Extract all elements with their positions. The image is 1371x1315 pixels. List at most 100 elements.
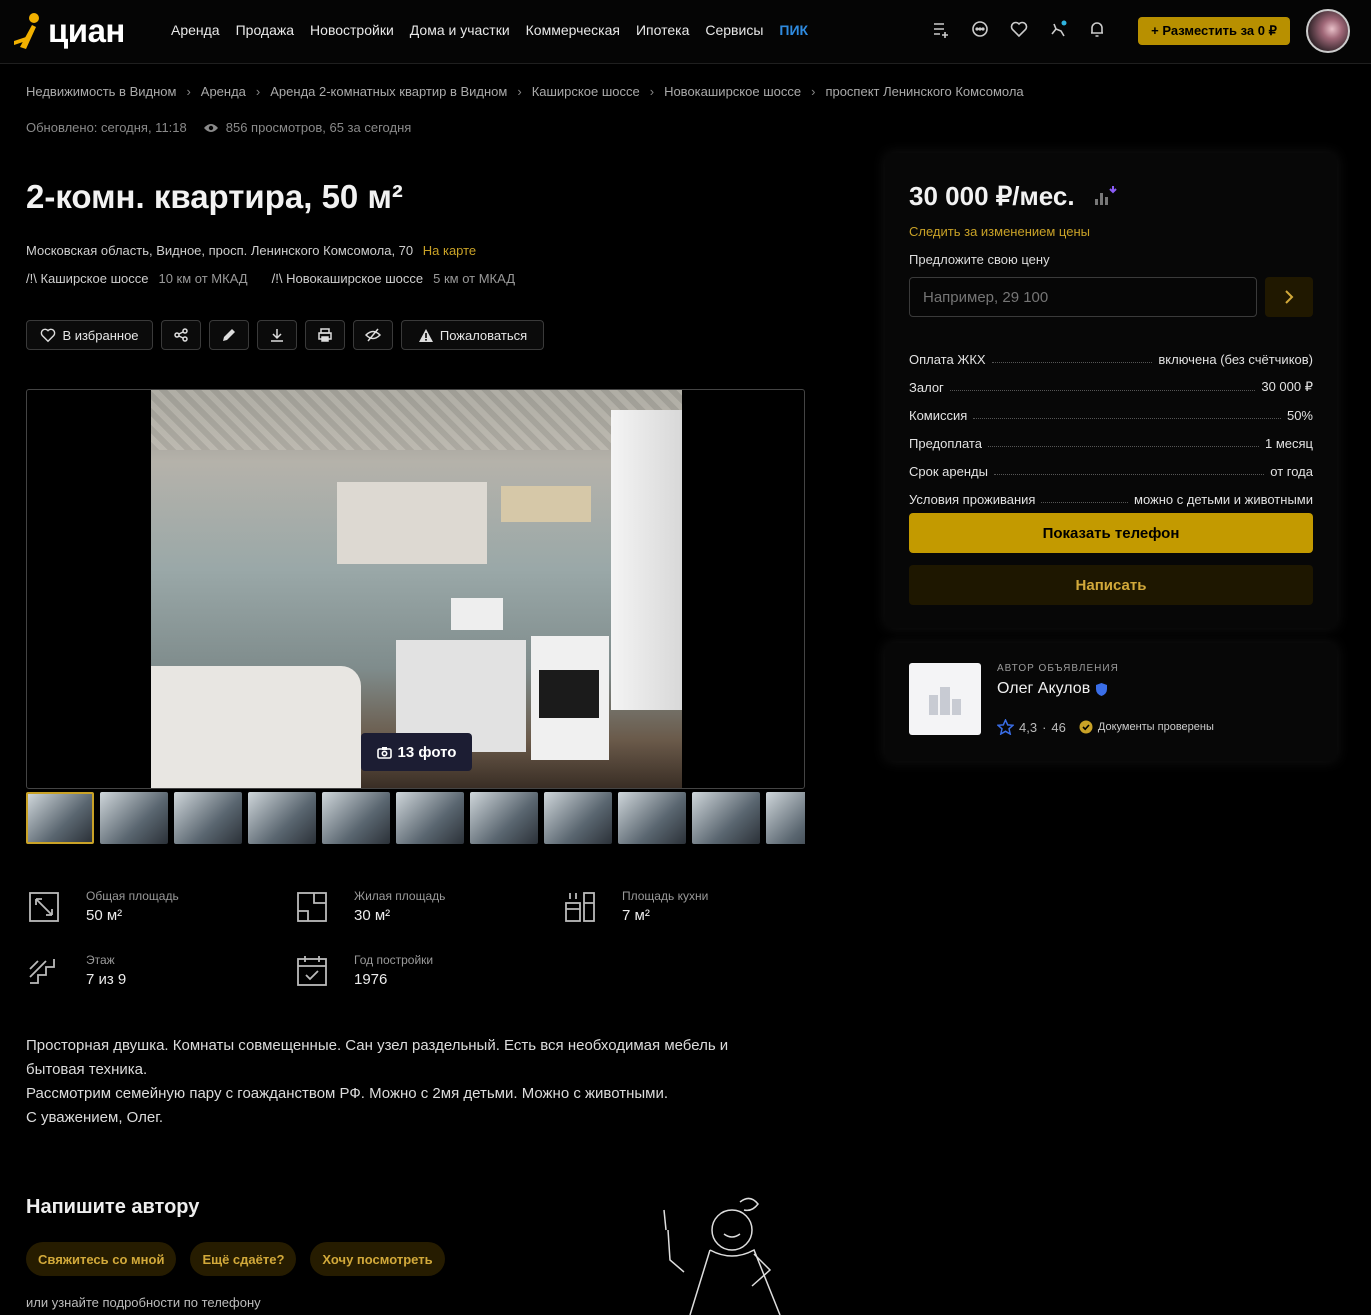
term-row: Срок аренды от года xyxy=(909,451,1313,479)
term-value: 50% xyxy=(1286,408,1313,423)
term-label: Залог xyxy=(909,380,944,395)
highway-name[interactable]: Новокаширское шоссе xyxy=(286,271,423,286)
breadcrumb-item[interactable]: Недвижимость в Видном xyxy=(26,84,176,99)
term-value: включена (без счётчиков) xyxy=(1158,352,1313,367)
heart-icon[interactable] xyxy=(1010,20,1028,38)
gallery-thumbnail[interactable] xyxy=(26,792,94,844)
author-name[interactable]: Олег Акулов xyxy=(997,680,1108,698)
reviews-count[interactable]: 46 xyxy=(1051,720,1065,735)
gallery-thumbnail[interactable] xyxy=(396,792,464,844)
chevron-right-icon: › xyxy=(255,84,261,99)
breadcrumb-item[interactable]: Новокаширское шоссе xyxy=(664,84,801,99)
feature-label: Жилая площадь xyxy=(354,889,446,903)
highway-name[interactable]: Каширское шоссе xyxy=(40,271,148,286)
breadcrumb-item[interactable]: Каширское шоссе xyxy=(532,84,640,99)
chat-icon[interactable] xyxy=(971,20,989,38)
chevron-right-icon xyxy=(1285,290,1294,304)
offer-price-input[interactable] xyxy=(909,277,1257,317)
breadcrumb-item[interactable]: проспект Ленинского Комсомола xyxy=(825,84,1023,99)
write-author-title: Напишите автору xyxy=(26,1196,200,1218)
warning-icon xyxy=(418,328,433,342)
report-button[interactable]: Пожаловаться xyxy=(401,320,544,350)
price-history-icon[interactable] xyxy=(1093,185,1121,207)
nav-item-commercial[interactable]: Коммерческая xyxy=(526,22,620,38)
eye-icon xyxy=(203,123,218,132)
living-area-icon xyxy=(297,892,327,922)
gallery-thumbnail[interactable] xyxy=(100,792,168,844)
feature-kitchen-area: Площадь кухни 7 м² xyxy=(562,889,708,925)
term-label: Комиссия xyxy=(909,408,968,423)
logo-pin-icon xyxy=(14,13,39,49)
verified-badge-icon xyxy=(1079,720,1093,734)
gallery-thumbnail[interactable] xyxy=(248,792,316,844)
dotted-leader xyxy=(1041,502,1128,503)
highways: /!\ Каширское шоссе 10 км от МКАД /!\ Нов… xyxy=(26,271,515,286)
map-link[interactable]: На карте xyxy=(423,243,476,258)
author-logo[interactable] xyxy=(909,663,981,735)
favorite-button[interactable]: В избранное xyxy=(26,320,153,350)
write-message-button[interactable]: Написать xyxy=(909,565,1313,605)
logo-text: циан xyxy=(48,12,125,49)
term-row: Залог 30 000 ₽ xyxy=(909,367,1313,395)
photo-count-badge[interactable]: 13 фото xyxy=(361,733,472,771)
highway-item: /!\ Каширское шоссе 10 км от МКАД xyxy=(26,271,248,286)
saved-search-icon[interactable] xyxy=(1049,20,1067,38)
nav-item-new-buildings[interactable]: Новостройки xyxy=(310,22,394,38)
gallery-thumbnail[interactable] xyxy=(692,792,760,844)
download-button[interactable] xyxy=(257,320,297,350)
logo[interactable]: циан xyxy=(14,8,125,54)
hide-button[interactable] xyxy=(353,320,393,350)
download-icon xyxy=(271,329,283,342)
nav-item-sale[interactable]: Продажа xyxy=(236,22,294,38)
feature-total-area: Общая площадь 50 м² xyxy=(26,889,179,925)
share-button[interactable] xyxy=(161,320,201,350)
quick-reply-chip[interactable]: Свяжитесь со мной xyxy=(26,1242,177,1276)
term-value: 30 000 ₽ xyxy=(1261,379,1313,394)
feature-label: Этаж xyxy=(86,953,115,967)
gallery-thumbnail[interactable] xyxy=(766,792,805,844)
heart-icon xyxy=(41,328,56,342)
gallery-thumbnail[interactable] xyxy=(544,792,612,844)
gallery-thumbnail[interactable] xyxy=(174,792,242,844)
quick-reply-chip[interactable]: Ещё сдаёте? xyxy=(190,1242,297,1276)
gallery-thumbnail[interactable] xyxy=(470,792,538,844)
user-avatar[interactable] xyxy=(1306,9,1350,53)
compare-list-icon[interactable] xyxy=(932,20,950,38)
gallery-thumbnail[interactable] xyxy=(618,792,686,844)
pencil-icon xyxy=(223,329,235,341)
quick-reply-chip[interactable]: Хочу посмотреть xyxy=(310,1242,445,1276)
show-phone-button[interactable]: Показать телефон xyxy=(909,513,1313,553)
follow-price-link[interactable]: Следить за изменением цены xyxy=(909,224,1090,239)
docs-verified-text: Документы проверены xyxy=(1097,721,1214,733)
nav-item-services[interactable]: Сервисы xyxy=(705,22,763,38)
kitchen-cabinet xyxy=(337,482,487,564)
post-ad-button[interactable]: + Разместить за 0 ₽ xyxy=(1138,17,1290,45)
author-card: АВТОР ОБЪЯВЛЕНИЯ Олег Акулов 4,3 · 46 До… xyxy=(885,643,1337,761)
description-line: Рассмотрим семейную пару с гоажданством … xyxy=(26,1085,669,1102)
photo-gallery[interactable] xyxy=(26,389,805,789)
breadcrumb: Недвижимость в Видном › Аренда › Аренда 2-… xyxy=(26,84,1024,99)
term-row: Предоплата 1 месяц xyxy=(909,423,1313,451)
note-button[interactable] xyxy=(209,320,249,350)
rating-separator: · xyxy=(1042,719,1047,735)
feature-value: 30 м² xyxy=(354,907,391,924)
printer-icon xyxy=(318,328,332,342)
nav-item-pik[interactable]: ПИК xyxy=(779,22,808,38)
nav-item-houses[interactable]: Дома и участки xyxy=(410,22,510,38)
nav-item-mortgage[interactable]: Ипотека xyxy=(636,22,689,38)
print-button[interactable] xyxy=(305,320,345,350)
term-value: от года xyxy=(1270,464,1313,479)
offer-submit-button[interactable] xyxy=(1265,277,1313,317)
gallery-thumbnail[interactable] xyxy=(322,792,390,844)
breadcrumb-item[interactable]: Аренда xyxy=(201,84,246,99)
nav-item-rent[interactable]: Аренда xyxy=(171,22,220,38)
star-icon xyxy=(997,719,1014,735)
term-row: Условия проживания можно с детьми и живот… xyxy=(909,479,1313,507)
breadcrumb-item[interactable]: Аренда 2-комнатных квартир в Видном xyxy=(270,84,507,99)
main-photo[interactable] xyxy=(151,390,682,788)
dotted-leader xyxy=(949,390,1256,391)
kitchen-hood xyxy=(501,486,591,522)
bell-icon[interactable] xyxy=(1088,20,1106,38)
quick-replies: Свяжитесь со мной Ещё сдаёте? Хочу посмо… xyxy=(26,1242,445,1276)
term-value: 1 месяц xyxy=(1265,436,1313,451)
